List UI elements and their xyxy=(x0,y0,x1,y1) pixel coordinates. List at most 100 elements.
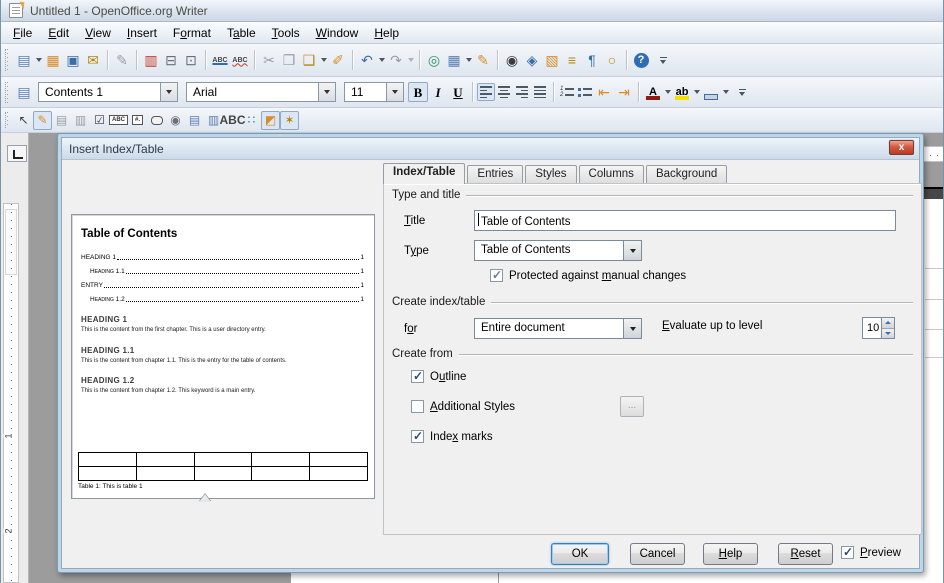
insert-table-icon[interactable]: ▦ xyxy=(444,50,464,70)
zoom-icon[interactable]: ○ xyxy=(602,50,622,70)
additional-styles-more-button[interactable]: ... xyxy=(620,396,644,417)
open-icon[interactable]: ▦ xyxy=(43,50,63,70)
design-mode-icon[interactable]: ✎ xyxy=(33,111,52,130)
ok-button[interactable]: OK xyxy=(551,543,609,565)
decrease-indent-button[interactable]: ⇤ xyxy=(594,82,614,102)
toolbar-handle[interactable] xyxy=(5,49,10,71)
menu-help[interactable]: Help xyxy=(366,23,407,43)
horizontal-ruler[interactable] xyxy=(923,146,944,162)
toolbar-overflow-button[interactable] xyxy=(736,89,748,96)
dialog-close-button[interactable]: x xyxy=(889,140,914,155)
data-sources-icon[interactable]: ≡ xyxy=(562,50,582,70)
reset-button[interactable]: Reset xyxy=(778,543,833,565)
hyperlink-icon[interactable]: ◎ xyxy=(424,50,444,70)
menu-insert[interactable]: Insert xyxy=(119,23,165,43)
email-document-icon[interactable]: ✉ xyxy=(83,50,103,70)
select-arrow-icon[interactable]: ↖ xyxy=(14,111,33,130)
underline-button[interactable]: U xyxy=(448,82,468,102)
tab-stop-selector[interactable] xyxy=(7,145,27,162)
gallery-icon[interactable]: ▧ xyxy=(542,50,562,70)
toolbar-handle[interactable] xyxy=(5,112,10,129)
evaluate-level-spinner[interactable]: 10 xyxy=(862,317,895,339)
tab-index-table[interactable]: Index/Table xyxy=(383,163,465,184)
redo-icon[interactable]: ↷ xyxy=(386,50,406,70)
insert-table-dropdown[interactable] xyxy=(464,50,473,70)
align-center-button[interactable] xyxy=(495,83,513,101)
export-pdf-icon[interactable]: ▥ xyxy=(141,50,161,70)
index-marks-checkbox[interactable] xyxy=(411,430,424,443)
type-dropdown[interactable]: Table of Contents xyxy=(474,240,642,261)
font-size-dropdown[interactable] xyxy=(386,83,403,101)
form-design-icon[interactable]: ◩ xyxy=(261,111,280,130)
label-field-icon[interactable]: ABC xyxy=(223,111,242,130)
font-name-combo[interactable]: Arial xyxy=(186,82,336,102)
additional-styles-checkbox[interactable] xyxy=(411,400,424,413)
font-name-dropdown[interactable] xyxy=(318,83,335,101)
numbered-list-button[interactable] xyxy=(558,83,576,101)
menu-file[interactable]: File xyxy=(5,23,40,43)
toolbar-overflow-button[interactable] xyxy=(657,57,669,64)
increase-indent-button[interactable]: ⇥ xyxy=(614,82,634,102)
protected-checkbox[interactable] xyxy=(490,269,503,282)
align-justify-button[interactable] xyxy=(531,83,549,101)
menu-format[interactable]: Format xyxy=(165,23,219,43)
font-color-dropdown[interactable] xyxy=(663,82,672,102)
nonprinting-characters-icon[interactable]: ¶ xyxy=(582,50,602,70)
menu-view[interactable]: View xyxy=(77,23,119,43)
cut-icon[interactable]: ✂ xyxy=(259,50,279,70)
tab-background[interactable]: Background xyxy=(646,165,727,184)
more-controls-icon[interactable]: ∷ xyxy=(242,111,261,130)
for-dropdown[interactable]: Entire document xyxy=(474,318,642,339)
save-icon[interactable]: ▣ xyxy=(63,50,83,70)
font-color-button[interactable]: A xyxy=(643,82,663,102)
styles-and-formatting-icon[interactable]: ▤ xyxy=(14,82,34,102)
background-color-dropdown[interactable] xyxy=(721,82,730,102)
spellcheck-icon[interactable]: ABC xyxy=(210,50,230,70)
checkbox-control-icon[interactable]: ☑ xyxy=(90,111,109,130)
cancel-button[interactable]: Cancel xyxy=(630,543,685,565)
highlighting-button[interactable]: ab xyxy=(672,82,692,102)
undo-dropdown[interactable] xyxy=(377,50,386,70)
help-button[interactable]: Help xyxy=(703,543,758,565)
type-dropdown-button[interactable] xyxy=(623,241,641,260)
menu-edit[interactable]: Edit xyxy=(40,23,77,43)
paste-icon[interactable]: ❑ xyxy=(299,50,319,70)
navigator-icon[interactable]: ◈ xyxy=(522,50,542,70)
tab-columns[interactable]: Columns xyxy=(579,165,644,184)
font-size-combo[interactable]: 11 xyxy=(344,82,404,102)
highlighting-dropdown[interactable] xyxy=(692,82,701,102)
new-document-button[interactable]: ▤ xyxy=(14,50,34,70)
text-box-control-icon[interactable]: ABC xyxy=(109,111,128,130)
help-icon[interactable]: ? xyxy=(631,50,651,70)
paste-dropdown[interactable] xyxy=(319,50,328,70)
undo-icon[interactable]: ↶ xyxy=(357,50,377,70)
list-box-control-icon[interactable]: ▤ xyxy=(185,111,204,130)
tab-styles[interactable]: Styles xyxy=(525,165,576,184)
outline-checkbox[interactable] xyxy=(411,370,424,383)
toolbar-handle[interactable] xyxy=(5,82,10,103)
print-icon[interactable]: ⊟ xyxy=(161,50,181,70)
find-replace-icon[interactable]: ◉ xyxy=(502,50,522,70)
new-document-dropdown[interactable] xyxy=(34,50,43,70)
copy-icon[interactable]: ❐ xyxy=(279,50,299,70)
spinner-up-button[interactable] xyxy=(882,318,894,329)
preview-resize-grip[interactable] xyxy=(199,494,211,502)
align-right-button[interactable] xyxy=(513,83,531,101)
tab-entries[interactable]: Entries xyxy=(467,165,523,184)
menu-tools[interactable]: Tools xyxy=(264,23,308,43)
title-input[interactable] xyxy=(474,210,896,231)
draw-functions-icon[interactable]: ✎ xyxy=(473,50,493,70)
menu-table[interactable]: Table xyxy=(219,23,264,43)
paragraph-style-combo[interactable]: Contents 1 xyxy=(38,82,178,102)
preview-checkbox[interactable] xyxy=(841,546,854,559)
italic-button[interactable]: I xyxy=(428,82,448,102)
form-properties-icon[interactable]: ▤ xyxy=(52,111,71,130)
wizards-icon[interactable]: ✶ xyxy=(280,111,299,130)
autospellcheck-icon[interactable]: ABC xyxy=(230,50,250,70)
option-button-control-icon[interactable]: ◉ xyxy=(166,111,185,130)
edit-file-icon[interactable]: ✎ xyxy=(112,50,132,70)
spinner-down-button[interactable] xyxy=(882,329,894,339)
align-left-button[interactable] xyxy=(477,83,495,101)
page-preview-icon[interactable]: ⊡ xyxy=(181,50,201,70)
bullet-list-button[interactable] xyxy=(576,83,594,101)
